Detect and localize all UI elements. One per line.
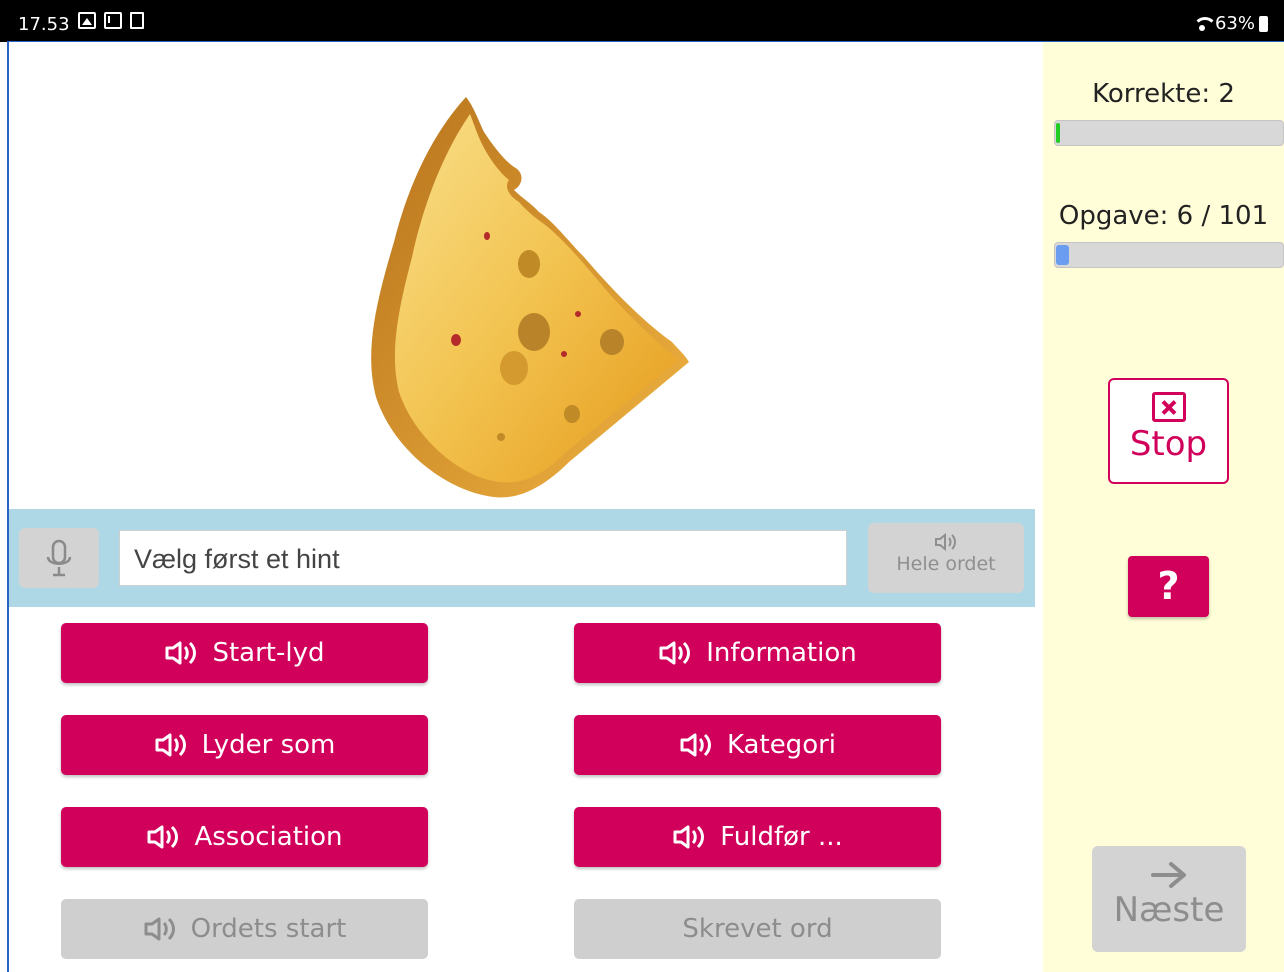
mail-icon: [104, 12, 122, 29]
screenshot-icon: [130, 12, 144, 29]
whole-word-label: Hele ordet: [896, 553, 996, 575]
cheese-image: [371, 97, 689, 498]
hint-complete-button[interactable]: Fuldfør ...: [574, 807, 941, 867]
status-notification-icons: [78, 12, 144, 29]
hint-label: Fuldfør ...: [720, 822, 843, 852]
hint-sounds-like-button[interactable]: Lyder som: [61, 715, 428, 775]
microphone-icon: [46, 539, 72, 577]
task-count: Opgave: 6 / 101: [1058, 201, 1269, 231]
hint-label: Ordets start: [190, 914, 347, 944]
correct-progress-fill: [1056, 123, 1060, 143]
hint-input[interactable]: Vælg først et hint: [119, 530, 847, 586]
help-button[interactable]: ?: [1128, 556, 1209, 617]
hint-association-button[interactable]: Association: [61, 807, 428, 867]
hint-label: Information: [706, 638, 857, 668]
next-button[interactable]: Næste: [1092, 846, 1246, 952]
wifi-icon: [1192, 16, 1217, 31]
close-icon: [1151, 392, 1186, 422]
speaker-icon: [165, 641, 197, 665]
microphone-button[interactable]: [19, 528, 99, 588]
status-right: 63%: [1192, 13, 1268, 34]
hint-label: Start-lyd: [212, 638, 325, 668]
speaker-icon: [144, 917, 175, 941]
hint-start-sound-button[interactable]: Start-lyd: [61, 623, 428, 683]
speaker-icon: [680, 733, 711, 757]
image-icon: [78, 12, 96, 29]
hint-label: Kategori: [726, 730, 837, 760]
speaker-icon: [935, 533, 956, 551]
task-progress-bar: [1054, 242, 1284, 268]
sidebar: Korrekte: 2 Opgave: 6 / 101 Stop ? Næste: [1043, 42, 1284, 972]
speaker-icon: [155, 733, 186, 757]
hint-label: Lyder som: [201, 730, 336, 760]
next-label: Næste: [1113, 890, 1225, 930]
task-progress-fill: [1056, 245, 1070, 265]
hint-label: Skrevet ord: [682, 914, 833, 944]
speaker-icon: [673, 825, 705, 849]
speaker-icon: [147, 825, 179, 849]
hint-category-button[interactable]: Kategori: [574, 715, 941, 775]
correct-count: Korrekte: 2: [1092, 79, 1235, 109]
correct-progress-bar: [1054, 120, 1284, 146]
stop-button[interactable]: Stop: [1108, 378, 1229, 484]
hint-information-button[interactable]: Information: [574, 623, 941, 683]
speaker-icon: [659, 641, 691, 665]
status-time: 17.53: [18, 14, 70, 35]
stop-label: Stop: [1129, 424, 1208, 464]
hint-label: Association: [194, 822, 343, 852]
arrow-right-icon: [1151, 862, 1186, 888]
hint-written-word-button[interactable]: Skrevet ord: [574, 899, 941, 959]
hint-word-start-button[interactable]: Ordets start: [61, 899, 428, 959]
battery-icon: [1259, 15, 1268, 32]
battery-percent: 63%: [1214, 13, 1255, 34]
whole-word-button[interactable]: Hele ordet: [868, 523, 1024, 593]
status-bar: 17.53 63%: [0, 0, 1284, 42]
picture-area: [9, 42, 1043, 508]
hint-bar: Vælg først et hint Hele ordet: [9, 509, 1035, 607]
